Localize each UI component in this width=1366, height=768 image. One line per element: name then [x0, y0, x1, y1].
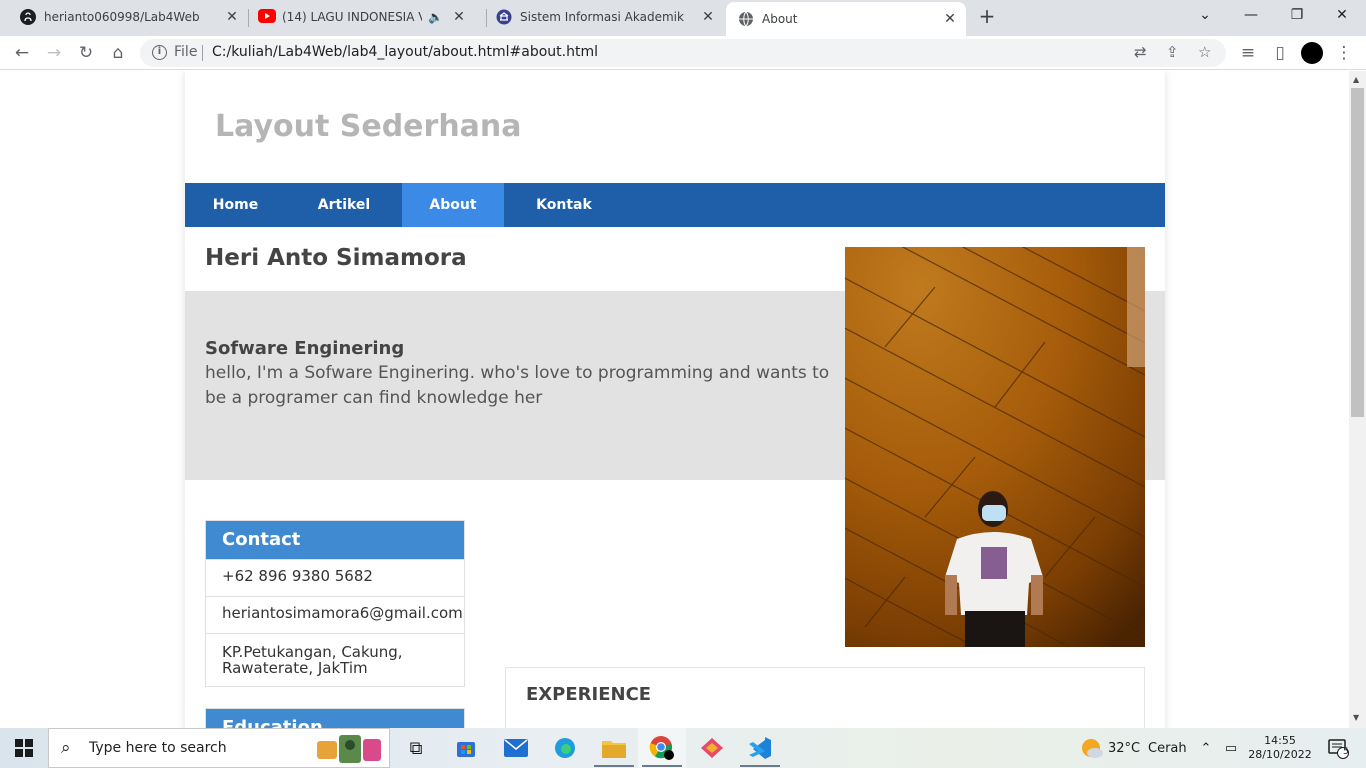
profile-name: Heri Anto Simamora: [205, 245, 467, 271]
github-icon: [20, 9, 36, 25]
search-icon: ⌕: [61, 738, 71, 758]
speaker-icon[interactable]: 🔈: [428, 10, 443, 24]
contact-phone: +62 896 9380 5682: [206, 559, 464, 596]
page-scrollbar[interactable]: ▲ ▼: [1349, 71, 1366, 728]
notification-icon[interactable]: 5: [1320, 728, 1356, 768]
windows-taskbar: ⌕ Type here to search ⧉ 32°C Cerah ⌃ ▭ 1…: [0, 728, 1366, 768]
tab-title: (14) LAGU INDONESIA VIRAL: [282, 10, 422, 24]
side-panel-icon[interactable]: ▯: [1268, 41, 1292, 65]
youtube-icon: [258, 9, 276, 25]
close-window-button[interactable]: ✕: [1322, 4, 1362, 26]
notification-count: 5: [1343, 747, 1349, 757]
git-app-icon[interactable]: [692, 728, 732, 768]
tab-github[interactable]: herianto060998/Lab4Web ✕: [0, 0, 248, 34]
home-icon[interactable]: ⌂: [106, 41, 130, 65]
contact-box: Contact +62 896 9380 5682 heriantosimamo…: [205, 520, 465, 687]
vscode-app-icon[interactable]: [740, 728, 780, 768]
clock[interactable]: 14:55 28/10/2022: [1244, 728, 1316, 768]
page-viewport: Layout Sederhana Home Artikel About Kont…: [0, 71, 1349, 728]
info-icon[interactable]: i: [152, 45, 167, 60]
tab-about[interactable]: About ✕: [726, 2, 966, 36]
chevron-up-icon[interactable]: ⌃: [1196, 728, 1216, 768]
globe-icon: [738, 11, 754, 27]
close-icon[interactable]: ✕: [449, 9, 469, 25]
tab-strip: herianto060998/Lab4Web ✕ (14) LAGU INDON…: [0, 0, 1366, 36]
translate-icon[interactable]: ⇄: [1134, 43, 1147, 61]
scroll-thumb[interactable]: [1351, 88, 1364, 417]
taskbar-search[interactable]: ⌕ Type here to search: [48, 728, 390, 768]
browser-toolbar: ← → ↻ ⌂ i File C:/kuliah/Lab4Web/lab4_la…: [0, 36, 1366, 70]
scroll-down-icon[interactable]: ▼: [1353, 713, 1359, 722]
share-icon[interactable]: ⇪: [1166, 43, 1179, 61]
menu-icon[interactable]: ⋮: [1332, 41, 1356, 65]
tab-title: About: [762, 12, 798, 26]
forward-button[interactable]: →: [42, 41, 66, 65]
clock-time: 14:55: [1264, 734, 1296, 747]
experience-title: EXPERIENCE: [526, 684, 652, 705]
back-button[interactable]: ←: [10, 41, 34, 65]
search-highlight-icon: [315, 733, 385, 765]
hero-text: hello, I'm a Sofware Enginering. who's l…: [205, 363, 830, 408]
task-view-icon[interactable]: ⧉: [396, 728, 436, 768]
tab-siakad[interactable]: Sistem Informasi Akademik ✕: [476, 0, 724, 34]
url-scheme: File: [174, 44, 198, 60]
network-icon[interactable]: ▭: [1220, 728, 1242, 768]
search-placeholder: Type here to search: [89, 740, 227, 756]
university-icon: [496, 9, 512, 25]
weather-temp[interactable]: 32°C: [1108, 728, 1142, 768]
clock-date: 28/10/2022: [1248, 748, 1312, 761]
education-title: Education: [206, 709, 464, 728]
minimize-button[interactable]: —: [1231, 4, 1271, 26]
close-icon[interactable]: ✕: [698, 9, 718, 25]
nav-about[interactable]: About: [402, 183, 504, 227]
hero-title: Sofware Enginering: [205, 338, 405, 359]
media-control-icon[interactable]: ≡: [1236, 41, 1260, 65]
tab-title: Sistem Informasi Akademik: [520, 10, 684, 24]
restore-button[interactable]: ❐: [1277, 4, 1317, 26]
tab-search-icon[interactable]: ⌄: [1185, 4, 1225, 26]
contact-email: heriantosimamora6@gmail.com: [206, 596, 464, 633]
running-indicator: [594, 765, 634, 767]
nav-artikel[interactable]: Artikel: [286, 183, 402, 227]
file-explorer-icon[interactable]: [594, 728, 634, 768]
windows-start-icon[interactable]: [0, 728, 48, 768]
close-icon[interactable]: ✕: [940, 11, 960, 27]
profile-photo: [845, 247, 1145, 647]
chrome-app-icon[interactable]: [638, 728, 686, 768]
divider: [202, 45, 203, 61]
running-indicator: [642, 765, 682, 767]
contact-address: KP.Petukangan, Cakung, Rawaterate, JakTi…: [206, 633, 464, 686]
weather-icon[interactable]: [1078, 728, 1106, 768]
running-indicator: [740, 765, 780, 767]
store-app-icon[interactable]: [446, 728, 486, 768]
scroll-up-icon[interactable]: ▲: [1353, 75, 1359, 84]
contact-title: Contact: [206, 521, 464, 559]
new-tab-button[interactable]: +: [976, 6, 998, 28]
edge-app-icon[interactable]: [545, 728, 585, 768]
education-box: Education: [205, 708, 465, 728]
site-title: Layout Sederhana: [215, 109, 522, 144]
main-nav: Home Artikel About Kontak: [185, 183, 1165, 227]
nav-home[interactable]: Home: [185, 183, 286, 227]
tab-youtube[interactable]: (14) LAGU INDONESIA VIRAL 🔈 ✕: [238, 0, 488, 34]
experience-box: EXPERIENCE: [505, 667, 1145, 728]
nav-kontak[interactable]: Kontak: [504, 183, 624, 227]
address-bar[interactable]: i File C:/kuliah/Lab4Web/lab4_layout/abo…: [140, 39, 1226, 67]
weather-condition[interactable]: Cerah: [1148, 728, 1188, 768]
tab-title: herianto060998/Lab4Web: [44, 10, 200, 24]
profile-avatar[interactable]: [1301, 42, 1323, 64]
bookmark-star-icon[interactable]: ☆: [1198, 43, 1211, 61]
mail-app-icon[interactable]: [496, 728, 536, 768]
url-text[interactable]: C:/kuliah/Lab4Web/lab4_layout/about.html…: [212, 44, 598, 60]
page-container: Layout Sederhana Home Artikel About Kont…: [185, 71, 1165, 728]
reload-button[interactable]: ↻: [74, 41, 98, 65]
